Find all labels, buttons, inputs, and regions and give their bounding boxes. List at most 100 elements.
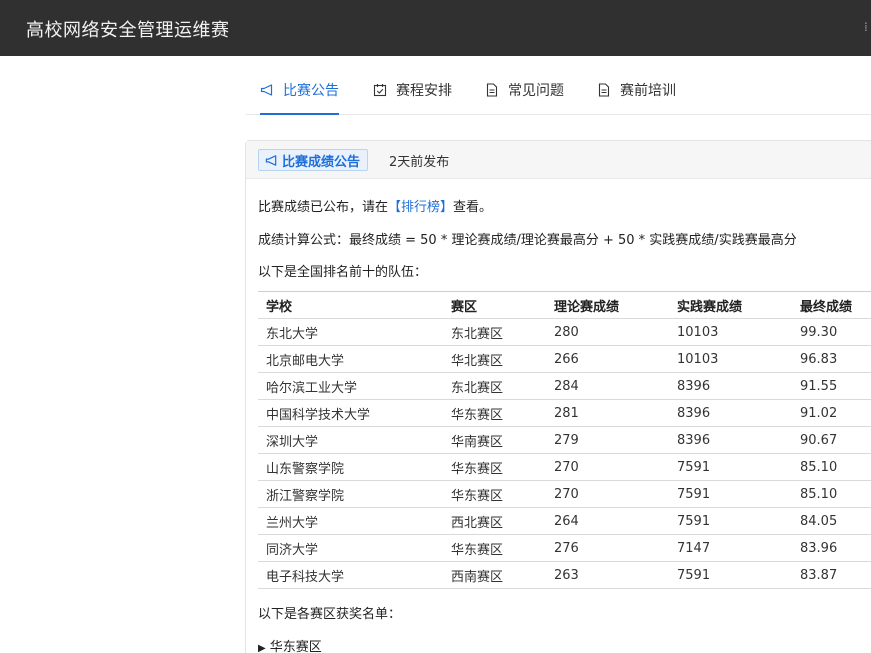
table-row: 北京邮电大学 华北赛区 266 10103 96.83	[258, 345, 871, 373]
table-row: 山东警察学院 华东赛区 270 7591 85.10	[258, 453, 871, 481]
column-header-theory: 理论赛成绩	[546, 291, 669, 319]
cell-region: 华东赛区	[443, 399, 546, 427]
cell-school: 北京邮电大学	[258, 345, 443, 373]
cell-theory-score: 279	[546, 426, 669, 454]
announcement-badge: 比赛成绩公告	[258, 149, 369, 171]
cell-region: 东北赛区	[443, 372, 546, 400]
cell-final-score: 90.67	[792, 426, 871, 454]
table-row: 东北大学 东北赛区 280 10103 99.30	[258, 318, 871, 346]
cell-practice-score: 8396	[669, 372, 792, 400]
app-title: 高校网络安全管理运维赛	[26, 20, 230, 41]
cell-final-score: 83.87	[792, 561, 871, 589]
cell-practice-score: 7591	[669, 453, 792, 481]
top-bar: 高校网络安全管理运维赛 ⁞	[0, 0, 871, 56]
cell-theory-score: 270	[546, 480, 669, 508]
cell-region: 华东赛区	[443, 534, 546, 562]
cell-final-score: 99.30	[792, 318, 871, 346]
cell-final-score: 91.55	[792, 372, 871, 400]
cell-region: 华东赛区	[443, 453, 546, 481]
cell-theory-score: 280	[546, 318, 669, 346]
active-tab-indicator	[260, 113, 339, 115]
cell-final-score: 85.10	[792, 480, 871, 508]
badge-label: 比赛成绩公告	[282, 154, 361, 170]
region-section-toggle[interactable]: ▶ 华东赛区	[258, 636, 322, 653]
cell-school: 深圳大学	[258, 426, 443, 454]
cell-practice-score: 7591	[669, 480, 792, 508]
table-row: 浙江警察学院 华东赛区 270 7591 85.10	[258, 480, 871, 508]
caret-right-icon: ▶	[258, 643, 266, 653]
cell-school: 中国科学技术大学	[258, 399, 443, 427]
cell-final-score: 84.05	[792, 507, 871, 535]
table-row: 兰州大学 西北赛区 264 7591 84.05	[258, 507, 871, 535]
tab-faq[interactable]: 常见问题	[485, 80, 564, 116]
ranking-table: 学校 赛区 理论赛成绩 实践赛成绩 最终成绩 东北大学 东北赛区 280 10103 9…	[258, 291, 871, 589]
column-header-final: 最终成绩	[792, 291, 871, 319]
cell-school: 浙江警察学院	[258, 480, 443, 508]
table-row: 哈尔滨工业大学 东北赛区 284 8396 91.55	[258, 372, 871, 400]
tab-label: 赛程安排	[396, 83, 452, 99]
cell-final-score: 96.83	[792, 345, 871, 373]
card-header: 比赛成绩公告 2天前发布	[246, 141, 871, 179]
grip-icon[interactable]: ⁞	[864, 20, 868, 34]
posted-time: 2天前发布	[389, 155, 450, 170]
cell-practice-score: 7591	[669, 507, 792, 535]
column-header-school: 学校	[258, 291, 443, 319]
cell-final-score: 83.96	[792, 534, 871, 562]
table-row: 同济大学 华东赛区 276 7147 83.96	[258, 534, 871, 562]
table-header-row: 学校 赛区 理论赛成绩 实践赛成绩 最终成绩	[258, 291, 871, 319]
text-segment: 查看。	[453, 200, 493, 215]
region-section-label: 华东赛区	[269, 640, 322, 653]
cell-practice-score: 7147	[669, 534, 792, 562]
cell-school: 兰州大学	[258, 507, 443, 535]
tab-training[interactable]: 赛前培训	[597, 80, 676, 116]
cell-practice-score: 10103	[669, 345, 792, 373]
table-row: 中国科学技术大学 华东赛区 281 8396 91.02	[258, 399, 871, 427]
document-icon	[597, 83, 611, 97]
cell-theory-score: 281	[546, 399, 669, 427]
cell-region: 华北赛区	[443, 345, 546, 373]
cell-final-score: 91.02	[792, 399, 871, 427]
cell-theory-score: 263	[546, 561, 669, 589]
tab-label: 常见问题	[508, 83, 564, 99]
column-header-region: 赛区	[443, 291, 546, 319]
cell-school: 东北大学	[258, 318, 443, 346]
top10-intro: 以下是全国排名前十的队伍：	[258, 265, 428, 280]
cell-region: 西南赛区	[443, 561, 546, 589]
megaphone-icon	[265, 154, 278, 167]
cell-school: 哈尔滨工业大学	[258, 372, 443, 400]
column-header-practice: 实践赛成绩	[669, 291, 792, 319]
cell-final-score: 85.10	[792, 453, 871, 481]
cell-practice-score: 10103	[669, 318, 792, 346]
announcement-card: 比赛成绩公告 2天前发布 比赛成绩已公布，请在【排行榜】查看。 成绩计算公式：最…	[245, 140, 871, 653]
tab-bar: 比赛公告 赛程安排 常见问题 赛前培训	[260, 80, 871, 116]
cell-region: 华东赛区	[443, 480, 546, 508]
table-body: 东北大学 东北赛区 280 10103 99.30 北京邮电大学 华北赛区 266 10103 9…	[258, 318, 871, 589]
megaphone-icon	[260, 83, 274, 97]
cell-theory-score: 264	[546, 507, 669, 535]
leaderboard-link[interactable]: 【排行榜】	[388, 200, 453, 215]
tab-schedule[interactable]: 赛程安排	[373, 80, 452, 116]
cell-practice-score: 8396	[669, 399, 792, 427]
document-icon	[485, 83, 499, 97]
results-published-text: 比赛成绩已公布，请在【排行榜】查看。	[258, 196, 492, 215]
tab-announcements[interactable]: 比赛公告	[260, 80, 339, 116]
table-row: 电子科技大学 西南赛区 263 7591 83.87	[258, 561, 871, 589]
cell-school: 山东警察学院	[258, 453, 443, 481]
awards-intro: 以下是各赛区获奖名单：	[258, 607, 402, 622]
tab-label: 赛前培训	[620, 83, 676, 99]
cell-school: 同济大学	[258, 534, 443, 562]
calendar-check-icon	[373, 83, 387, 97]
tab-label: 比赛公告	[283, 83, 339, 99]
text-segment: 比赛成绩已公布，请在	[258, 200, 389, 215]
cell-practice-score: 7591	[669, 561, 792, 589]
cell-theory-score: 266	[546, 345, 669, 373]
cell-practice-score: 8396	[669, 426, 792, 454]
table-row: 深圳大学 华南赛区 279 8396 90.67	[258, 426, 871, 454]
cell-region: 西北赛区	[443, 507, 546, 535]
score-formula: 成绩计算公式：最终成绩 = 50 * 理论赛成绩/理论赛最高分 + 50 * 实…	[258, 233, 797, 248]
cell-region: 华南赛区	[443, 426, 546, 454]
cell-school: 电子科技大学	[258, 561, 443, 589]
cell-theory-score: 284	[546, 372, 669, 400]
cell-region: 东北赛区	[443, 318, 546, 346]
cell-theory-score: 276	[546, 534, 669, 562]
